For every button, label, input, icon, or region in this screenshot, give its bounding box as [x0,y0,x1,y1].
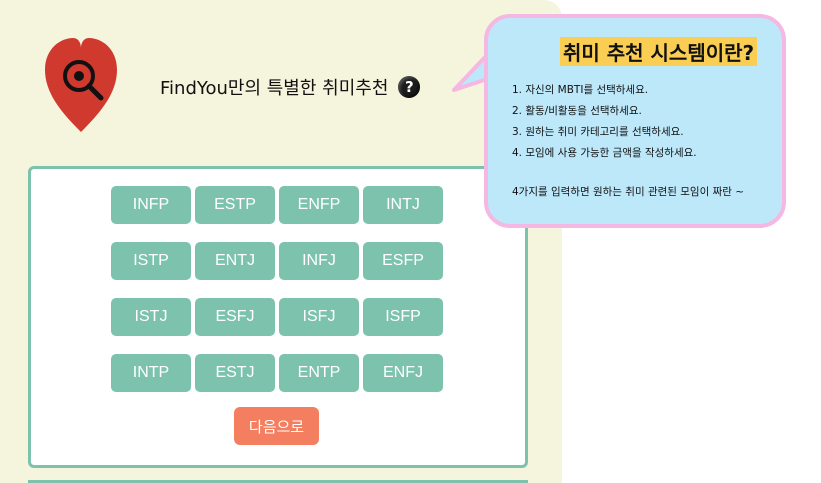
mbti-button-isfj[interactable]: ISFJ [279,298,359,336]
instruction-list: 1. 자신의 MBTI를 선택하세요. 2. 활동/비활동을 선택하세요. 3.… [512,80,697,164]
page-title: FindYou만의 특별한 취미추천 [160,78,389,99]
instruction-step: 1. 자신의 MBTI를 선택하세요. [512,84,649,96]
mbti-button-esfp[interactable]: ESFP [363,242,443,280]
page-header: FindYou만의 특별한 취미추천 ? [160,74,421,100]
mbti-button-infp[interactable]: INFP [111,186,191,224]
bubble-summary: 4가지를 입력하면 원하는 취미 관련된 모임이 짜란 ~ [512,186,745,198]
mbti-button-esfj[interactable]: ESFJ [195,298,275,336]
mbti-button-enfj[interactable]: ENFJ [363,354,443,392]
next-button[interactable]: 다음으로 [234,407,319,445]
instruction-step: 2. 활동/비활동을 선택하세요. [512,105,642,117]
mbti-button-estj[interactable]: ESTJ [195,354,275,392]
mbti-button-entj[interactable]: ENTJ [195,242,275,280]
instruction-step: 3. 원하는 취미 카테고리를 선택하세요. [512,126,684,138]
mbti-button-enfp[interactable]: ENFP [279,186,359,224]
mbti-button-istp[interactable]: ISTP [111,242,191,280]
mbti-button-entp[interactable]: ENTP [279,354,359,392]
mbti-button-istj[interactable]: ISTJ [111,298,191,336]
mbti-button-intj[interactable]: INTJ [363,186,443,224]
mbti-grid: INFP ESTP ENFP INTJ ISTP ENTJ INFJ ESFP ISTJ ESFJ… [111,186,443,392]
mbti-button-estp[interactable]: ESTP [195,186,275,224]
instruction-step: 4. 모임에 사용 가능한 금액을 작성하세요. [512,147,697,159]
heart-search-icon [45,38,117,132]
mbti-button-isfp[interactable]: ISFP [363,298,443,336]
question-circle-icon[interactable]: ? [398,76,421,98]
mbti-button-intp[interactable]: INTP [111,354,191,392]
mbti-selection-card: INFP ESTP ENFP INTJ ISTP ENTJ INFJ ESFP ISTJ ESFJ… [28,166,528,468]
mbti-button-infj[interactable]: INFJ [279,242,359,280]
bubble-title: 취미 추천 시스템이란? [560,37,758,66]
info-speech-bubble: 취미 추천 시스템이란? 1. 자신의 MBTI를 선택하세요. 2. 활동/비… [484,14,786,228]
